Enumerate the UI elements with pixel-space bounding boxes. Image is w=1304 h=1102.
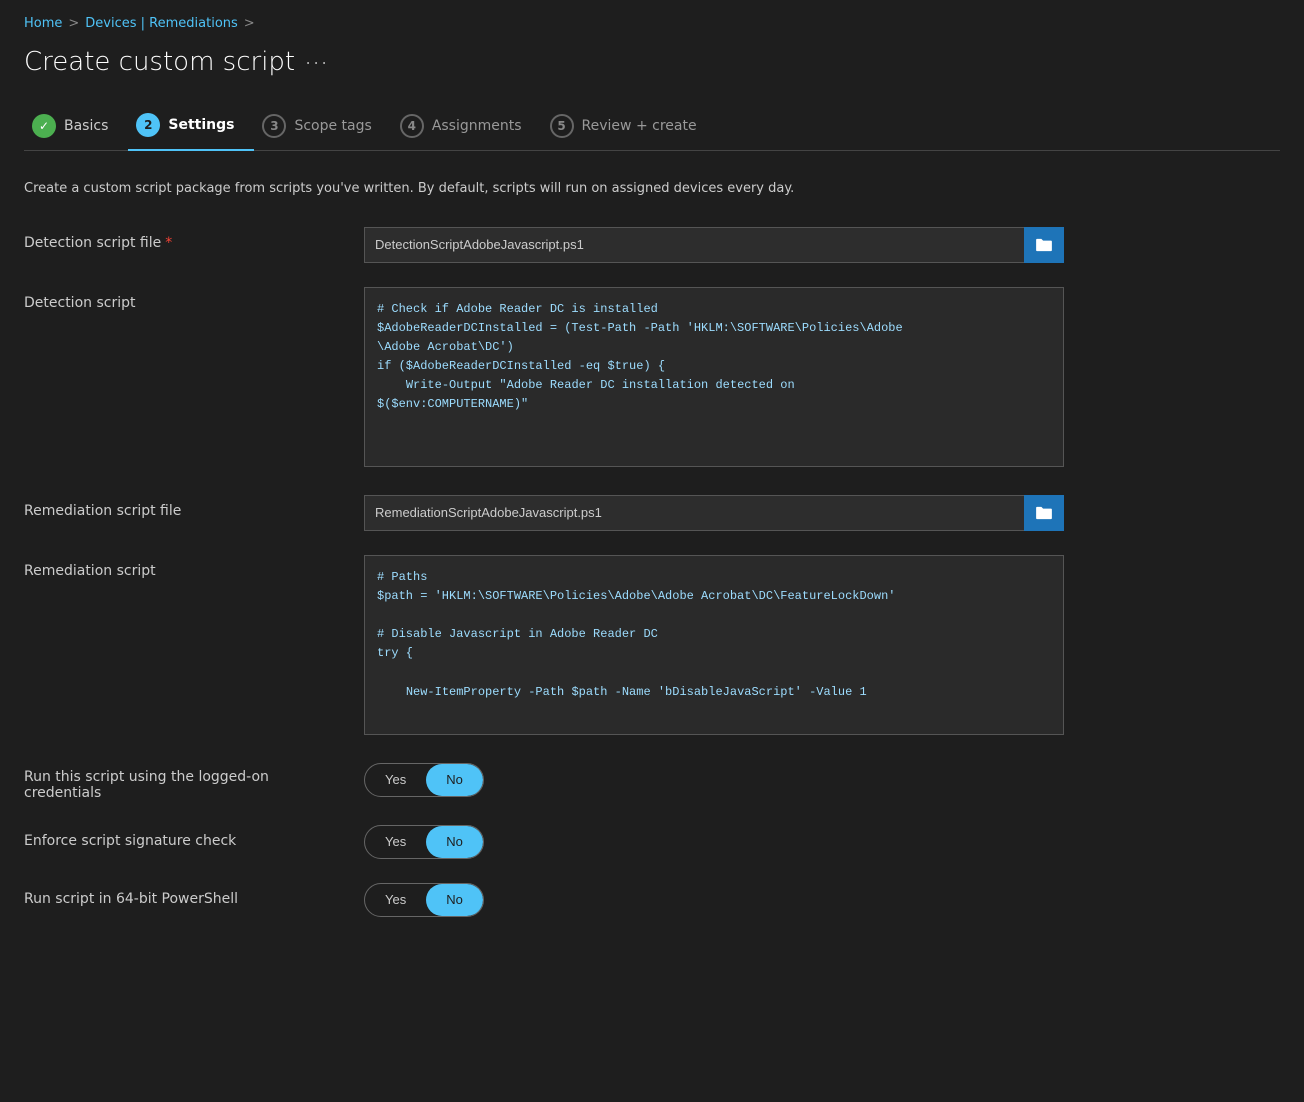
run-64bit-no-button[interactable]: No <box>426 884 483 916</box>
remediation-script-label: Remediation script <box>24 555 344 579</box>
detection-script-file-control <box>364 227 1064 263</box>
remediation-script-file-label: Remediation script file <box>24 495 344 519</box>
run-logged-on-toggle: Yes No <box>364 763 484 797</box>
enforce-signature-row: Enforce script signature check Yes No <box>24 825 1280 859</box>
folder-icon <box>1035 238 1053 252</box>
detection-file-input-row <box>364 227 1064 263</box>
run-logged-on-yes-button[interactable]: Yes <box>365 764 426 796</box>
remediation-script-file-input[interactable] <box>364 495 1024 531</box>
detection-script-file-input[interactable] <box>364 227 1024 263</box>
detection-script-label: Detection script <box>24 287 344 311</box>
detection-script-control: # Check if Adobe Reader DC is installed … <box>364 287 1064 471</box>
breadcrumb: Home > Devices | Remediations > <box>24 16 1280 31</box>
step-circle-assignments: 4 <box>400 114 424 138</box>
enforce-signature-toggle: Yes No <box>364 825 484 859</box>
run-logged-on-no-button[interactable]: No <box>426 764 483 796</box>
run-logged-on-row: Run this script using the logged-on cred… <box>24 763 1280 801</box>
detection-script-textarea[interactable]: # Check if Adobe Reader DC is installed … <box>364 287 1064 467</box>
breadcrumb-home[interactable]: Home <box>24 16 62 31</box>
detection-script-row: Detection script # Check if Adobe Reader… <box>24 287 1280 471</box>
remediation-script-browse-button[interactable] <box>1024 495 1064 531</box>
step-circle-settings: 2 <box>136 113 160 137</box>
ellipsis-button[interactable]: ··· <box>305 52 329 73</box>
step-circle-scope-tags: 3 <box>262 114 286 138</box>
step-label-assignments: Assignments <box>432 118 522 134</box>
detection-script-file-row: Detection script file* <box>24 227 1280 263</box>
run-64bit-label: Run script in 64-bit PowerShell <box>24 883 344 907</box>
wizard-step-review-create[interactable]: 5 Review + create <box>542 106 717 150</box>
step-label-review-create: Review + create <box>582 118 697 134</box>
wizard-step-basics[interactable]: ✓ Basics <box>24 106 128 150</box>
breadcrumb-devices[interactable]: Devices | Remediations <box>85 16 238 31</box>
wizard-step-assignments[interactable]: 4 Assignments <box>392 106 542 150</box>
required-star: * <box>165 235 172 251</box>
step-circle-basics: ✓ <box>32 114 56 138</box>
wizard-steps: ✓ Basics 2 Settings 3 Scope tags 4 Assig… <box>24 105 1280 151</box>
remediation-script-file-row: Remediation script file <box>24 495 1280 531</box>
run-logged-on-label: Run this script using the logged-on cred… <box>24 763 344 801</box>
page-title: Create custom script <box>24 47 295 77</box>
run-64bit-toggle: Yes No <box>364 883 484 917</box>
remediation-script-row: Remediation script # Paths $path = 'HKLM… <box>24 555 1280 739</box>
breadcrumb-sep-2: > <box>244 16 255 31</box>
run-logged-on-control: Yes No <box>364 763 1064 797</box>
remediation-script-control: # Paths $path = 'HKLM:\SOFTWARE\Policies… <box>364 555 1064 739</box>
run-64bit-row: Run script in 64-bit PowerShell Yes No <box>24 883 1280 917</box>
enforce-signature-yes-button[interactable]: Yes <box>365 826 426 858</box>
wizard-step-settings[interactable]: 2 Settings <box>128 105 254 151</box>
step-label-settings: Settings <box>168 117 234 133</box>
enforce-signature-no-button[interactable]: No <box>426 826 483 858</box>
enforce-signature-control: Yes No <box>364 825 1064 859</box>
detection-script-browse-button[interactable] <box>1024 227 1064 263</box>
breadcrumb-sep-1: > <box>68 16 79 31</box>
step-circle-review-create: 5 <box>550 114 574 138</box>
remediation-file-input-row <box>364 495 1064 531</box>
detection-script-file-label: Detection script file* <box>24 227 344 251</box>
enforce-signature-label: Enforce script signature check <box>24 825 344 849</box>
page-title-row: Create custom script ··· <box>24 47 1280 77</box>
folder-icon-2 <box>1035 506 1053 520</box>
run-64bit-yes-button[interactable]: Yes <box>365 884 426 916</box>
run-64bit-control: Yes No <box>364 883 1064 917</box>
remediation-script-file-control <box>364 495 1064 531</box>
section-description: Create a custom script package from scri… <box>24 179 1280 199</box>
wizard-step-scope-tags[interactable]: 3 Scope tags <box>254 106 391 150</box>
remediation-script-textarea[interactable]: # Paths $path = 'HKLM:\SOFTWARE\Policies… <box>364 555 1064 735</box>
step-label-scope-tags: Scope tags <box>294 118 371 134</box>
step-label-basics: Basics <box>64 118 108 134</box>
